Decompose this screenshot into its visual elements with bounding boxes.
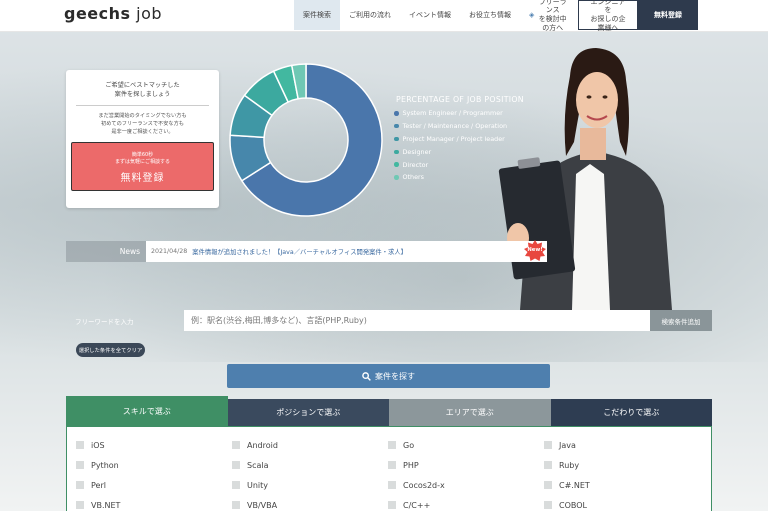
- freeword-label: フリーワードを入力: [75, 318, 134, 326]
- news-date: 2021/04/28: [151, 248, 188, 255]
- tab-skill[interactable]: スキルで選ぶ: [66, 396, 228, 426]
- checkbox[interactable]: [388, 501, 396, 509]
- skill-option[interactable]: Cocos2d-x: [388, 475, 544, 495]
- checkbox[interactable]: [232, 461, 240, 469]
- checkbox[interactable]: [544, 481, 552, 489]
- checkbox[interactable]: [388, 461, 396, 469]
- skill-option[interactable]: Perl: [76, 475, 232, 495]
- legend-swatch: [394, 175, 399, 180]
- skill-label: Ruby: [559, 460, 580, 470]
- cta-card-text: まだ営業開始のタイミングでない方も 初めてのフリーランスで不安な方も 是非一度ご相談…: [98, 113, 187, 135]
- legend-swatch: [394, 149, 399, 155]
- skill-option[interactable]: COBOL: [544, 495, 700, 511]
- skill-option[interactable]: Scala: [232, 455, 388, 475]
- skill-label: Unity: [247, 480, 269, 490]
- legend-swatch: [394, 136, 399, 142]
- legend-swatch: [394, 123, 399, 129]
- skill-label: COBOL: [559, 500, 587, 510]
- checkbox[interactable]: [544, 501, 552, 509]
- skill-option[interactable]: Ruby: [544, 455, 700, 475]
- checkbox[interactable]: [76, 481, 84, 489]
- cta-card-title: ご希望にベストマッチした 案件を探しましょう: [105, 82, 180, 98]
- free-register-button[interactable]: 簡単60秒 まずは気軽にご相談する 無料登録: [71, 142, 214, 191]
- checkbox[interactable]: [544, 441, 552, 449]
- site-header: geechs job 案件検索 ご利用の流れ イベント情報 お役立ち情報 ◈ フ…: [0, 0, 768, 32]
- job-position-donut-chart: [229, 63, 383, 217]
- skill-label: iOS: [91, 440, 105, 450]
- checkbox[interactable]: [76, 441, 84, 449]
- news-link[interactable]: 案件情報が追加されました！【Java／バーチャルオフィス開発案件・求人】: [192, 247, 407, 256]
- skill-panel: iOS Android Go Java Python Scala PHP Ruby Perl Un…: [66, 426, 712, 511]
- cta-card-divider: [76, 105, 209, 106]
- skill-label: Java: [559, 440, 576, 450]
- skill-option[interactable]: iOS: [76, 435, 232, 455]
- skill-label: Cocos2d-x: [403, 480, 445, 490]
- cta-card: ご希望にベストマッチした 案件を探しましょう まだ営業開始のタイミングでない方も初…: [66, 70, 219, 208]
- skill-option[interactable]: Java: [544, 435, 700, 455]
- search-icon: [362, 371, 371, 381]
- skill-label: VB.NET: [91, 500, 121, 510]
- nav-flow[interactable]: ご利用の流れ: [340, 0, 400, 30]
- tab-preference[interactable]: こだわりで選ぶ: [550, 399, 712, 426]
- new-badge: New!: [524, 240, 546, 262]
- skill-option[interactable]: VB.NET: [76, 495, 232, 511]
- main-nav: 案件検索 ご利用の流れ イベント情報 お役立ち情報 ◈ フリーランス を検討中の方…: [294, 0, 698, 32]
- checkbox[interactable]: [232, 501, 240, 509]
- legend-swatch: [394, 111, 399, 116]
- checkbox[interactable]: [544, 461, 552, 469]
- legend-label: Designer: [402, 147, 432, 156]
- news-label: News: [66, 241, 146, 262]
- checkbox[interactable]: [232, 481, 240, 489]
- category-tabs: スキルで選ぶ ポジションで選ぶ エリアで選ぶ こだわりで選ぶ: [66, 396, 712, 426]
- legend-swatch: [394, 162, 399, 167]
- nav-job-search[interactable]: 案件検索: [294, 0, 340, 30]
- site-logo[interactable]: geechs job: [64, 4, 162, 23]
- tab-position[interactable]: ポジションで選ぶ: [227, 399, 389, 426]
- shield-icon: ◈: [529, 10, 535, 19]
- skill-option[interactable]: Unity: [232, 475, 388, 495]
- skill-option[interactable]: Android: [232, 435, 388, 455]
- skill-label: Python: [91, 460, 119, 470]
- skill-label: C#.NET: [559, 480, 590, 490]
- woman-holding-clipboard-photo: [498, 48, 672, 310]
- skill-checkbox-grid: iOS Android Go Java Python Scala PHP Ruby Perl Un…: [76, 435, 700, 511]
- skill-option[interactable]: Go: [388, 435, 544, 455]
- checkbox[interactable]: [232, 441, 240, 449]
- checkbox[interactable]: [388, 481, 396, 489]
- skill-label: Android: [247, 440, 278, 450]
- skill-label: Perl: [91, 480, 106, 490]
- skill-option[interactable]: VB/VBA: [232, 495, 388, 511]
- freeword-input[interactable]: [184, 310, 650, 331]
- skill-label: Go: [403, 440, 415, 450]
- skill-label: Scala: [247, 460, 269, 470]
- skill-option[interactable]: C/C++: [388, 495, 544, 511]
- nav-freelance[interactable]: ◈ フリーランス を検討中の方へ: [520, 0, 578, 32]
- checkbox[interactable]: [388, 441, 396, 449]
- nav-for-companies[interactable]: エンジニアを お探しの企業様へ: [578, 0, 638, 32]
- news-bar: 2021/04/28 案件情報が追加されました！【Java／バーチャルオフィス開…: [146, 241, 547, 262]
- skill-option[interactable]: PHP: [388, 455, 544, 475]
- skill-label: C/C++: [403, 500, 431, 510]
- add-condition-button[interactable]: 検索条件追加: [650, 310, 712, 331]
- checkbox[interactable]: [76, 461, 84, 469]
- skill-option[interactable]: Python: [76, 455, 232, 475]
- skill-option[interactable]: C#.NET: [544, 475, 700, 495]
- nav-events[interactable]: イベント情報: [400, 0, 460, 30]
- skill-label: PHP: [403, 460, 419, 470]
- checkbox[interactable]: [76, 501, 84, 509]
- skill-label: VB/VBA: [247, 500, 278, 510]
- clear-conditions-button[interactable]: 選択した条件を全てクリア: [76, 343, 145, 357]
- tab-area[interactable]: エリアで選ぶ: [389, 399, 551, 426]
- search-jobs-button[interactable]: 案件を探す: [227, 364, 550, 388]
- nav-useful-info[interactable]: お役立ち情報: [460, 0, 520, 30]
- legend-label: Others: [402, 173, 424, 182]
- header-register-button[interactable]: 無料登録: [638, 0, 698, 30]
- legend-label: Director: [402, 160, 429, 169]
